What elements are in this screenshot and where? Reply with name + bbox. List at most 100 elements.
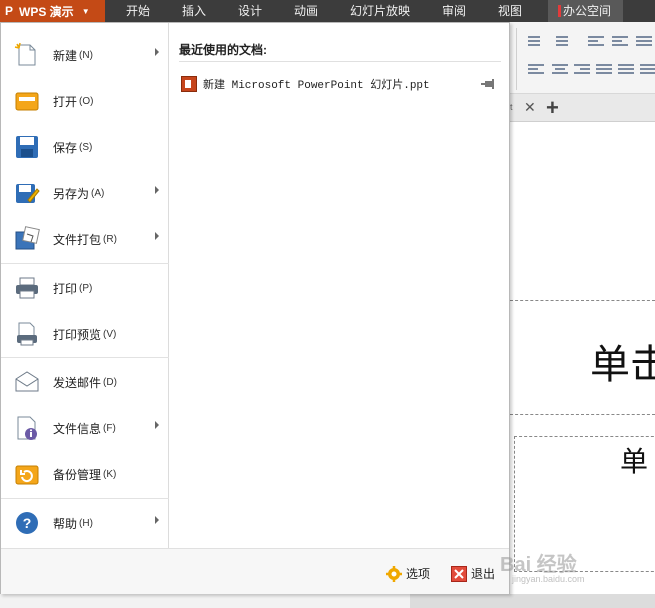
increase-indent-icon[interactable] [612,36,628,48]
menu-item-label: 打印 [53,281,78,296]
menu-item-shortcut: (S) [79,141,93,153]
tab-office-space[interactable]: 办公空间 [548,0,624,22]
menu-item-package[interactable]: 文件打包 (R) [1,217,169,261]
menu-item-label: 另存为 [53,186,90,201]
menu-item-shortcut: (P) [79,282,93,294]
tab-animation[interactable]: 动画 [294,0,318,22]
chevron-down-icon: ▼ [81,6,90,16]
menu-item-label: 备份管理 [53,467,102,482]
tab-insert[interactable]: 插入 [182,0,206,22]
menu-item-shortcut: (A) [91,187,105,199]
numbered-list-icon[interactable] [556,36,572,48]
slide-subtitle-placeholder[interactable]: 单 [620,440,648,480]
justify-icon[interactable] [596,64,612,76]
menu-item-backup[interactable]: 备份管理 (K) [1,452,169,496]
app-menu-button[interactable]: P WPS 演示 ▼ [0,0,105,22]
menu-divider [1,357,169,358]
menu-bar: P WPS 演示 ▼ 开始 插入 设计 动画 幻灯片放映 审阅 视图 办公空间 [0,0,655,22]
slide-title-placeholder[interactable]: 单击 [590,332,655,390]
submenu-arrow-icon [155,421,159,429]
wps-logo-icon: P [5,4,14,18]
recent-file-name: 新建 Microsoft PowerPoint 幻灯片.ppt [203,80,430,92]
recent-file-item[interactable]: 新建 Microsoft PowerPoint 幻灯片.ppt [181,73,501,95]
menu-item-send-mail[interactable]: 发送邮件 (D) [1,360,169,404]
document-tab-fragment[interactable]: t [510,102,513,112]
menu-item-label: 帮助 [53,516,78,531]
menu-item-shortcut: (K) [103,468,117,480]
office-space-label: 办公空间 [563,4,612,18]
tab-review[interactable]: 审阅 [442,0,466,22]
exit-label: 退出 [471,567,496,581]
status-strip [410,594,655,608]
decrease-indent-icon[interactable] [588,36,604,48]
recent-documents-title: 最近使用的文档: [179,43,267,57]
menu-item-label: 新建 [53,48,78,63]
menu-item-shortcut: (H) [79,517,93,529]
baidu-watermark: Bai 经验 [500,554,577,576]
save-as-icon [14,180,40,206]
menu-item-save[interactable]: 保存 (S) [1,125,169,169]
recent-divider [179,61,501,62]
tab-slideshow[interactable]: 幻灯片放映 [350,0,410,22]
document-tab-bar: t ✕ + [510,94,655,122]
title-placeholder-top-border [510,300,655,301]
file-menu-footer: 选项 退出 [1,548,509,594]
menu-item-label: 保存 [53,140,78,155]
tab-view[interactable]: 视图 [498,0,522,22]
menu-item-label: 打开 [53,94,78,109]
menu-divider [1,498,169,499]
submenu-arrow-icon [155,186,159,194]
align-right-icon[interactable] [574,64,590,76]
menu-item-shortcut: (F) [103,422,116,434]
submenu-arrow-icon [155,516,159,524]
exit-button[interactable]: 退出 [451,565,495,582]
menu-item-label: 文件打包 [53,232,102,247]
ppt-file-icon [181,76,197,92]
file-info-icon [14,415,40,441]
menu-item-label: 发送邮件 [53,375,102,390]
file-menu-panel: 新建 (N) 打开 (O) 保存 (S) 另存为 (A) 文件打包 (R) 打印… [0,22,510,594]
distribute-icon[interactable] [618,64,634,76]
menu-item-file-info[interactable]: 文件信息 (F) [1,406,169,450]
baidu-watermark-url: jingyan.baidu.com [512,574,585,584]
save-disk-icon [14,134,40,160]
gear-icon [386,565,402,582]
close-icon[interactable]: ✕ [524,99,536,116]
menu-item-shortcut: (D) [103,376,117,388]
file-menu-commands: 新建 (N) 打开 (O) 保存 (S) 另存为 (A) 文件打包 (R) 打印… [1,23,169,548]
ribbon-separator [516,28,517,90]
menu-item-help[interactable]: ? 帮助 (H) [1,501,169,545]
menu-item-label: 打印预览 [53,327,102,342]
menu-divider [1,263,169,264]
menu-item-print[interactable]: 打印 (P) [1,266,169,310]
help-icon: ? [14,510,40,536]
office-marker-icon [558,5,561,17]
pin-icon[interactable] [481,78,495,89]
new-file-icon [14,42,40,68]
svg-text:?: ? [23,515,32,531]
printer-icon [14,275,40,301]
line-spacing-icon[interactable] [636,36,652,48]
menu-item-new[interactable]: 新建 (N) [1,33,169,77]
menu-item-shortcut: (O) [79,95,94,107]
menu-item-shortcut: (N) [79,49,93,61]
options-label: 选项 [406,567,431,581]
backup-icon [14,461,40,487]
tab-home[interactable]: 开始 [126,0,150,22]
text-direction-icon[interactable] [640,64,655,76]
bullet-list-icon[interactable] [528,36,544,48]
exit-icon [451,565,467,582]
title-placeholder-bottom-border [510,414,655,415]
menu-item-print-preview[interactable]: 打印预览 (V) [1,312,169,356]
menu-item-shortcut: (V) [103,328,117,340]
align-left-icon[interactable] [528,64,544,76]
menu-item-open[interactable]: 打开 (O) [1,79,169,123]
align-center-icon[interactable] [552,64,568,76]
menu-item-label: 文件信息 [53,421,102,436]
mail-icon [14,369,40,395]
options-button[interactable]: 选项 [386,565,430,582]
print-preview-icon [14,321,40,347]
menu-item-save-as[interactable]: 另存为 (A) [1,171,169,215]
tab-design[interactable]: 设计 [238,0,262,22]
add-tab-button[interactable]: + [546,95,559,121]
